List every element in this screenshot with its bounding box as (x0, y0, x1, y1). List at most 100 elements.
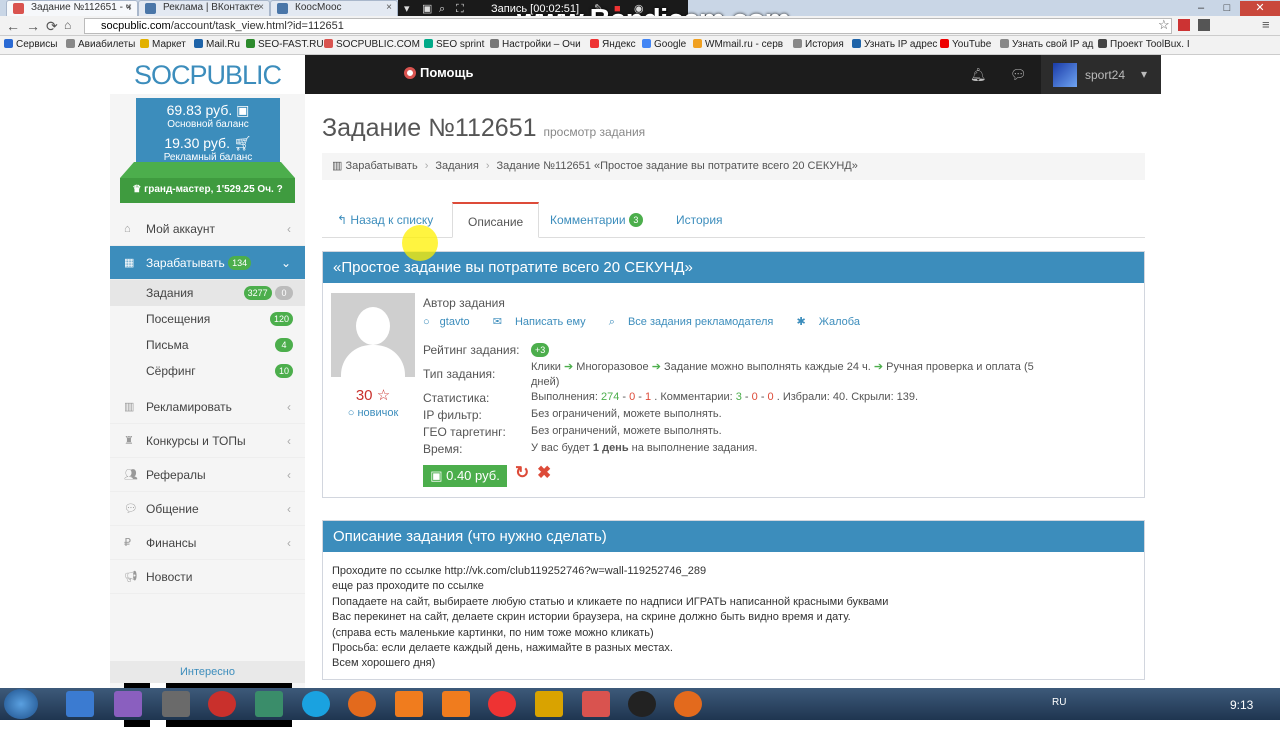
price-button[interactable]: ▣ 0.40 руб. (423, 465, 507, 487)
clock[interactable]: 9:13 (1230, 698, 1253, 712)
tab-description[interactable]: Описание (452, 202, 540, 238)
socpublic-app-icon[interactable] (582, 691, 610, 717)
task-info-box: «Простое задание вы потратите всего 20 С… (322, 251, 1145, 498)
bookmark-item[interactable]: История (793, 39, 844, 50)
bookmark-item[interactable]: Авиабилеты (66, 39, 135, 50)
sidebar-subitem-surfing[interactable]: Сёрфинг 10 (110, 358, 305, 384)
window-controls: – □ ✕ (1188, 0, 1280, 17)
help-link[interactable]: Помощь (404, 65, 473, 80)
browser-tab-koosmoos[interactable]: КоосМоос × (270, 0, 398, 16)
author-link[interactable]: ○ gtavto (423, 316, 480, 328)
breadcrumb-item[interactable]: Зарабатывать (345, 160, 417, 172)
extension-icon[interactable] (1178, 19, 1190, 31)
sidebar-item-finance[interactable]: ₽ Финансы ‹ (110, 526, 305, 560)
bookmark-item[interactable]: Узнать IP адрес (852, 39, 937, 50)
star-icon[interactable]: ☆ (1158, 17, 1170, 33)
bookmark-item[interactable]: Mail.Ru (194, 39, 240, 50)
record-icon[interactable] (628, 691, 656, 717)
close-tab-icon[interactable]: × (386, 1, 392, 15)
author-score: 30 ☆ (355, 387, 391, 404)
bookmark-item[interactable]: Настройки – Очи (490, 39, 581, 50)
feather-icon[interactable] (114, 691, 142, 717)
bullhorn-icon: 📢︎ (124, 571, 138, 583)
forward-arrow-icon[interactable]: → (26, 18, 40, 34)
sidebar-item-communication[interactable]: 💬︎ Общение ‹ (110, 492, 305, 526)
star-icon: ☆ (376, 387, 391, 404)
ip-filter-label: IP фильтр: (423, 408, 482, 422)
bookmark-item[interactable]: Google (642, 39, 686, 50)
menu-icon[interactable]: ≡ (1262, 17, 1270, 32)
bookmark-item[interactable]: Проект ToolBux. I (1098, 39, 1190, 50)
sidebar: 69.83 руб. ▣ Основной баланс 19.30 руб. … (110, 94, 305, 727)
bell-icon[interactable]: 🔔︎ (970, 67, 987, 83)
users-icon: 👥︎ (124, 469, 138, 481)
start-button[interactable] (4, 689, 38, 719)
briefcase-icon: ▦ (124, 257, 135, 269)
back-arrow-icon[interactable]: ← (6, 18, 20, 34)
breadcrumb-item[interactable]: Задания (435, 160, 478, 172)
screenshot-icon[interactable] (442, 691, 470, 717)
extension-icon[interactable] (1198, 19, 1210, 31)
sidebar-item-earn[interactable]: ▦ Зарабатывать 134 ⌄ (110, 246, 305, 280)
chevron-left-icon: ‹ (287, 400, 291, 414)
sidebar-item-referrals[interactable]: 👥︎ Рефералы ‹ (110, 458, 305, 492)
skype-icon[interactable] (302, 691, 330, 717)
ip-filter-value: Без ограничений, можете выполнять. (531, 408, 722, 420)
close-window-button[interactable]: ✕ (1240, 1, 1280, 17)
chart-icon: ▥ (124, 401, 135, 413)
bookmark-item[interactable]: SEO-FAST.RU (246, 39, 324, 50)
bookmark-item[interactable]: SOCPUBLIC.COM (324, 39, 420, 50)
write-link[interactable]: ✉ Написать ему (493, 316, 596, 328)
home-icon[interactable]: ⌂ (64, 18, 71, 32)
bookmark-item[interactable]: Узнать свой IP ад (1000, 39, 1093, 50)
sidebar-subitem-tasks[interactable]: Задания 3277 0 (110, 280, 305, 306)
user-menu[interactable]: sport24 ▾ (1041, 55, 1161, 94)
sidebar-subitem-visits[interactable]: Посещения 120 (110, 306, 305, 332)
app-icon[interactable] (255, 691, 283, 717)
chat-icon[interactable]: 💬︎ (1010, 67, 1027, 83)
minimize-button[interactable]: – (1188, 1, 1214, 17)
bookmark-item[interactable]: Маркет (140, 39, 186, 50)
avatar (1053, 63, 1077, 87)
bookmark-item[interactable]: YouTube (940, 39, 991, 50)
firefox-icon[interactable] (348, 691, 376, 717)
game-icon[interactable] (162, 691, 190, 717)
opera-icon[interactable] (208, 691, 236, 717)
arrow-right-icon: ➔ (564, 361, 574, 373)
bookmark-item[interactable]: Сервисы (4, 39, 57, 50)
url-input[interactable]: socpublic.com/account/task_view.html?id=… (84, 18, 1172, 34)
site-logo[interactable]: SOCPUBLIC (110, 55, 305, 94)
web-page: SOCPUBLIC Помощь 🔔︎ 💬︎ sport24 ▾ 69.83 ру… (0, 55, 1280, 727)
tab-comments[interactable]: Комментарии 3 (535, 202, 658, 238)
all-tasks-link[interactable]: ⌕ Все задания рекламодателя (609, 316, 784, 328)
undo-icon[interactable]: ↻ (515, 463, 529, 483)
surfing-count-badge: 10 (274, 364, 293, 378)
yandex-browser-icon[interactable] (488, 691, 516, 717)
browser-tab-vk[interactable]: Реклама | ВКонтакте × (138, 0, 270, 16)
chevron-left-icon: ‹ (287, 536, 291, 550)
bookmark-item[interactable]: WMmail.ru - серв (693, 39, 783, 50)
camera-app-icon[interactable] (395, 691, 423, 717)
bookmark-item[interactable]: SEO sprint (424, 39, 484, 50)
close-tab-icon[interactable]: × (126, 1, 132, 15)
tab-history[interactable]: История (661, 202, 738, 238)
sidebar-item-advertise[interactable]: ▥ Рекламировать ‹ (110, 390, 305, 424)
question-icon[interactable]: ? (277, 184, 283, 195)
sidebar-item-news[interactable]: 📢︎ Новости (110, 560, 305, 594)
sidebar-item-contests[interactable]: ♜ Конкурсы и ТОПы ‹ (110, 424, 305, 458)
sidebar-subitem-letters[interactable]: Письма 4 (110, 332, 305, 358)
close-icon[interactable]: ✖ (537, 463, 551, 483)
close-tab-icon[interactable]: × (258, 1, 264, 15)
sidebar-item-account[interactable]: ⌂ Мой аккаунт ‹ (110, 212, 305, 246)
reload-icon[interactable]: ⟳ (46, 18, 58, 35)
maximize-button[interactable]: □ (1214, 1, 1240, 17)
ie-icon[interactable] (66, 691, 94, 717)
chevron-left-icon: ‹ (287, 434, 291, 448)
language-indicator[interactable]: RU (1052, 697, 1066, 708)
cube-icon[interactable] (535, 691, 563, 717)
firefox-icon[interactable] (674, 691, 702, 717)
undo-arrow-icon: ↰ (337, 213, 348, 227)
complaint-link[interactable]: ✱ Жалоба (796, 316, 870, 328)
browser-tab-active[interactable]: Задание №112651 - ч × (6, 0, 138, 16)
bookmark-item[interactable]: Яндекс (590, 39, 636, 50)
